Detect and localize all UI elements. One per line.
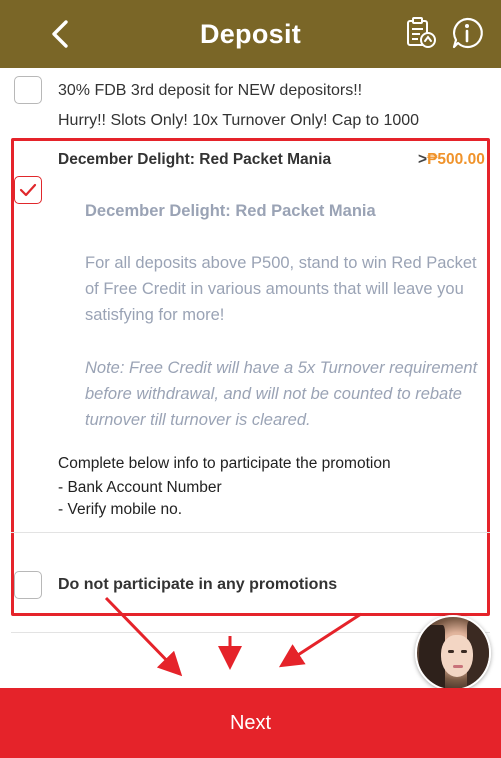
promo-subtitle-fdb: Hurry!! Slots Only! 10x Turnover Only! C… — [58, 112, 420, 129]
promo-description-title: December Delight: Red Packet Mania — [85, 202, 376, 220]
list-item: - Bank Account Number — [58, 479, 222, 496]
divider — [11, 532, 490, 533]
info-button[interactable] — [450, 16, 484, 50]
divider — [11, 632, 490, 633]
promo-checkbox-red-packet[interactable] — [14, 176, 42, 204]
promo-title-red-packet: December Delight: Red Packet Mania — [58, 151, 332, 168]
live-chat-avatar[interactable] — [415, 615, 491, 691]
clipboard-history-icon — [407, 17, 436, 48]
amount-prefix: > — [418, 151, 428, 168]
chevron-left-icon — [52, 20, 68, 48]
no-promotion-label: Do not participate in any promotions — [58, 576, 338, 593]
history-button[interactable] — [404, 16, 438, 50]
info-icon — [452, 17, 483, 49]
requirements-list: - Bank Account Number - Verify mobile no… — [58, 477, 222, 521]
page-title: Deposit — [199, 18, 302, 49]
promotion-list: 30% FDB 3rd deposit for NEW depositors!!… — [0, 68, 501, 688]
promo-checkbox-none[interactable] — [14, 571, 42, 599]
promo-title-fdb: 30% FDB 3rd deposit for NEW depositors!! — [58, 82, 363, 99]
back-button[interactable] — [44, 16, 78, 52]
promo-checkbox-fdb[interactable] — [14, 76, 42, 104]
promo-description: For all deposits above P500, stand to wi… — [85, 254, 477, 324]
promo-note: Note: Free Credit will have a 5x Turnove… — [85, 359, 478, 429]
amount-value: ₱500.00 — [427, 151, 485, 168]
next-button[interactable]: Next — [0, 688, 501, 758]
list-item: - Verify mobile no. — [58, 501, 183, 518]
requirements-intro: Complete below info to participate the p… — [58, 455, 391, 472]
checkmark-icon — [19, 183, 37, 197]
header-bar: Deposit — [0, 0, 501, 68]
promo-min-amount: >₱500.00 — [418, 151, 485, 169]
